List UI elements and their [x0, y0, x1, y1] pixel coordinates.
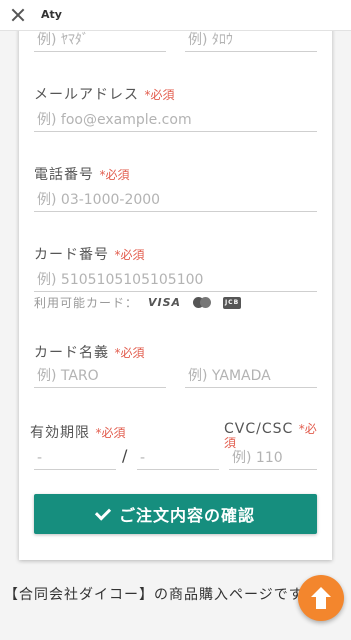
order-form-card: メールアドレス *必須 電話番号 *必須 カード番号 *必須 利用可能カード： … [19, 8, 332, 560]
card-last-name-input[interactable] [185, 364, 317, 388]
card-first-name-input[interactable] [34, 364, 166, 388]
required-mark: *必須 [114, 248, 145, 262]
available-cards: 利用可能カード： VISA JCB [34, 294, 242, 311]
required-mark: *必須 [144, 88, 175, 102]
jcb-logo: JCB [223, 296, 242, 309]
card-number-input[interactable] [34, 268, 317, 292]
last-name-kana-input[interactable] [34, 28, 166, 52]
email-input[interactable] [34, 108, 317, 132]
card-name-label: カード名義 *必須 [34, 345, 145, 361]
expiry-year-select[interactable] [137, 446, 219, 470]
required-mark: *必須 [99, 168, 130, 182]
required-mark: *必須 [114, 346, 145, 360]
phone-input[interactable] [34, 188, 317, 212]
confirm-order-button[interactable]: ご注文内容の確認 [34, 494, 317, 534]
check-icon [94, 503, 112, 521]
confirm-order-label: ご注文内容の確認 [118, 506, 255, 525]
available-cards-label: 利用可能カード： [34, 296, 139, 310]
scroll-top-button[interactable] [298, 575, 344, 621]
expiry-month-select[interactable] [34, 446, 116, 470]
footer-description: 【合同会社ダイコー】の商品購入ページです。 [4, 587, 318, 603]
phone-label: 電話番号 *必須 [34, 167, 130, 183]
cvc-input[interactable] [229, 446, 317, 470]
email-label: メールアドレス *必須 [34, 87, 175, 103]
first-name-kana-input[interactable] [185, 28, 317, 52]
card-number-label: カード番号 *必須 [34, 247, 145, 263]
app-title: Aty [41, 8, 62, 21]
expiry-separator: / [122, 446, 128, 465]
top-bar: Aty [0, 0, 351, 31]
mastercard-logo [193, 297, 212, 308]
expiry-label: 有効期限 *必須 [30, 425, 126, 441]
close-icon[interactable] [10, 7, 26, 23]
required-mark: *必須 [95, 426, 126, 440]
arrow-up-icon [311, 587, 331, 609]
visa-logo: VISA [148, 296, 182, 309]
